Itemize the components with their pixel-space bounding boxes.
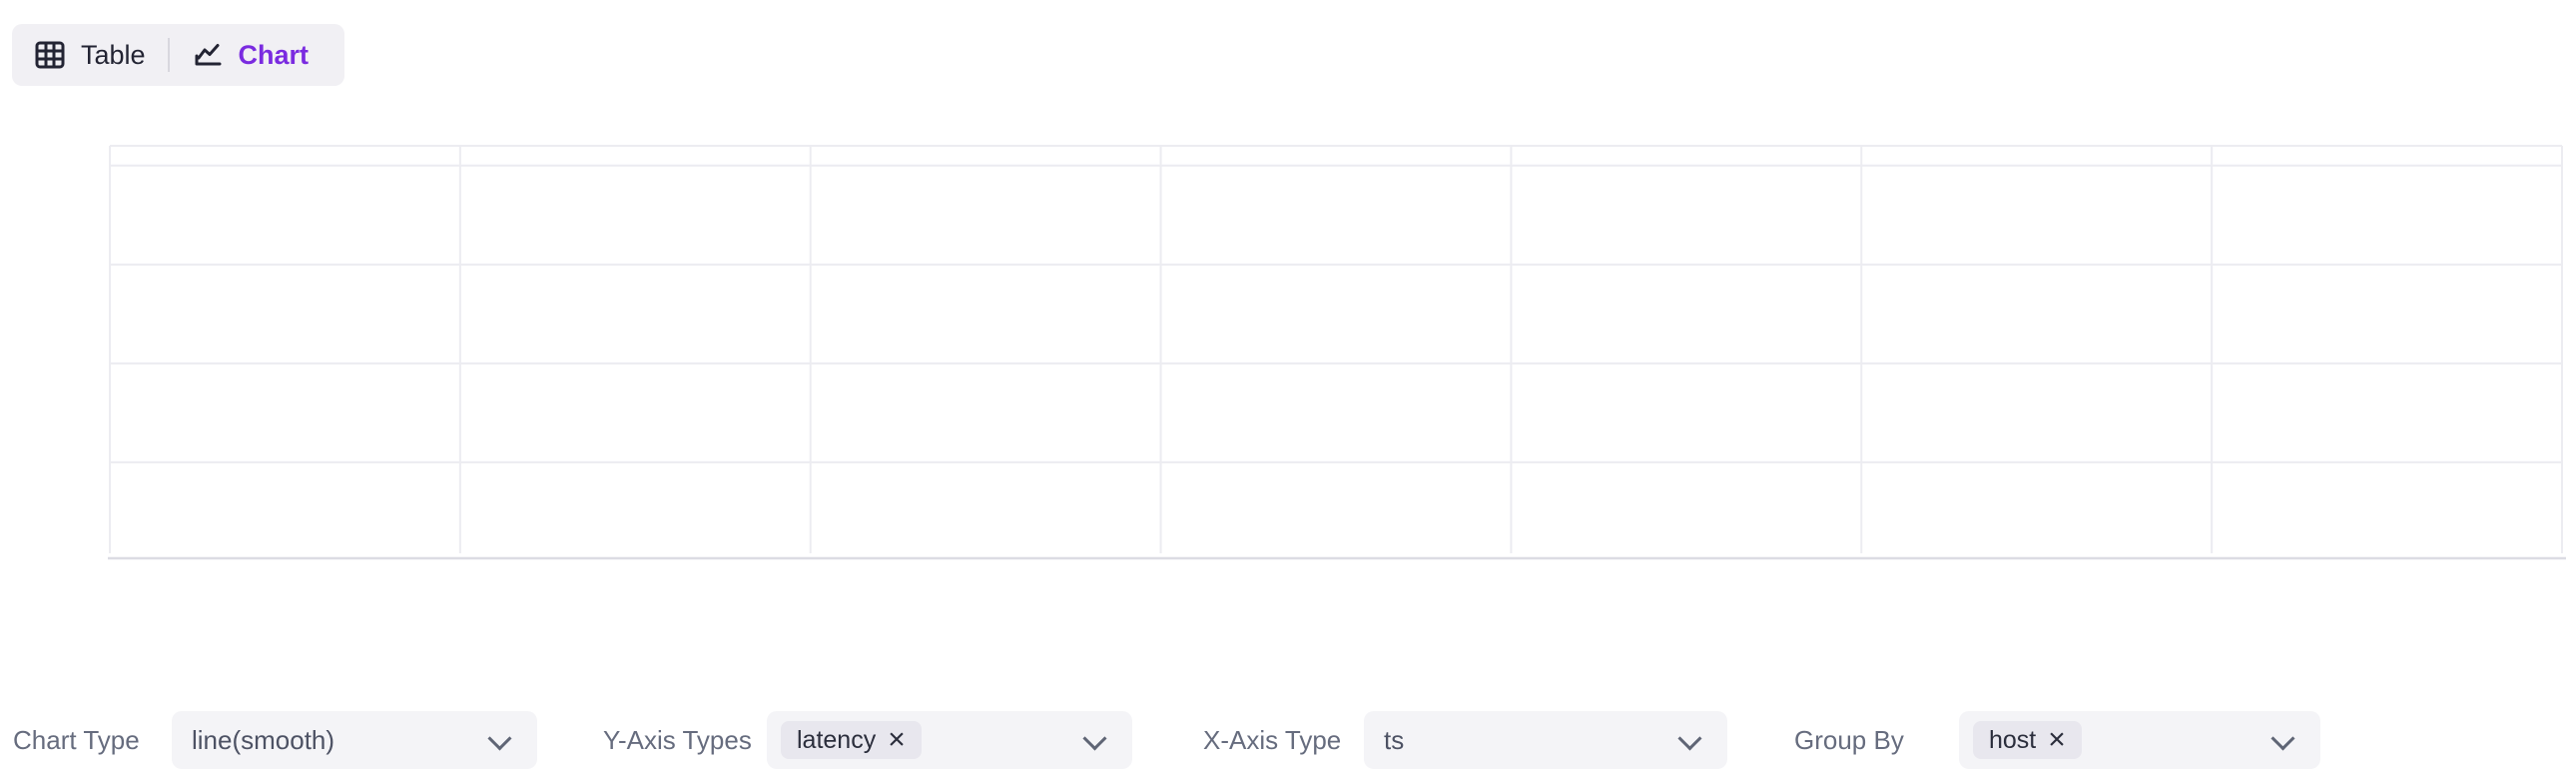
remove-tag-icon[interactable]: × <box>888 725 906 755</box>
y-axis-tag-label: latency <box>797 726 876 755</box>
x-axis-type-label: X-Axis Type <box>1203 711 1341 769</box>
group-by-tag-label: host <box>1989 726 2036 755</box>
x-axis-type-select[interactable]: ts <box>1364 711 1727 769</box>
chart-view-panel: Table Chart Chart Type line(smooth) Y-Ax… <box>0 0 2576 773</box>
chevron-down-icon <box>2272 730 2294 744</box>
chart-legend <box>0 625 2576 667</box>
group-by-label: Group By <box>1794 711 1904 769</box>
y-axis-tag-latency[interactable]: latency × <box>781 721 922 759</box>
chart-type-label: Chart Type <box>13 711 140 769</box>
y-axis-types-select[interactable]: latency × <box>767 711 1132 769</box>
group-by-select[interactable]: host × <box>1959 711 2320 769</box>
chart-type-select[interactable]: line(smooth) <box>172 711 537 769</box>
chart-controls: Chart Type line(smooth) Y-Axis Types lat… <box>0 711 2576 769</box>
group-by-tag-host[interactable]: host × <box>1973 721 2082 759</box>
x-axis-type-value: ts <box>1384 725 1404 756</box>
chevron-down-icon <box>489 730 511 744</box>
chevron-down-icon <box>1084 730 1106 744</box>
line-chart-canvas[interactable] <box>0 0 2576 611</box>
y-axis-types-label: Y-Axis Types <box>603 711 752 769</box>
chart-type-value: line(smooth) <box>192 725 334 756</box>
remove-tag-icon[interactable]: × <box>2048 725 2066 755</box>
chevron-down-icon <box>1679 730 1701 744</box>
